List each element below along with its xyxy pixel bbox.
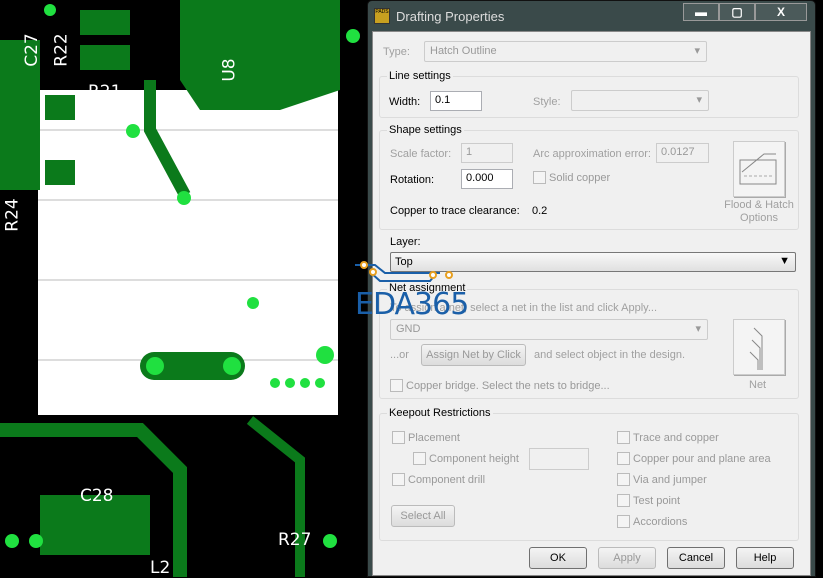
copper-bridge-label: Copper bridge. Select the nets to bridge… bbox=[406, 379, 610, 392]
type-label: Type: bbox=[383, 46, 410, 58]
flood-hatch-icon bbox=[739, 153, 777, 185]
minimize-button[interactable]: ▬ bbox=[683, 3, 719, 21]
width-label: Width: bbox=[389, 96, 421, 108]
component-height-checkbox[interactable]: Component height bbox=[413, 452, 519, 465]
rotation-input[interactable]: 0.000 bbox=[461, 169, 513, 189]
dialog-title: Drafting Properties bbox=[396, 8, 505, 24]
flood-hatch-button[interactable] bbox=[733, 141, 785, 197]
line-settings-legend: Line settings bbox=[387, 70, 453, 82]
apply-button[interactable]: Apply bbox=[598, 547, 656, 569]
test-point-checkbox[interactable]: Test point bbox=[617, 494, 680, 507]
net-icon bbox=[749, 327, 763, 370]
rotation-label: Rotation: bbox=[390, 174, 435, 186]
shape-settings-legend: Shape settings bbox=[387, 124, 464, 136]
pcb-label: R21 bbox=[88, 82, 122, 102]
component-height-input[interactable] bbox=[529, 448, 589, 470]
ok-button[interactable]: OK bbox=[529, 547, 587, 569]
keepout-legend: Keepout Restrictions bbox=[387, 407, 493, 419]
flood-hatch-label: Flood & Hatch Options bbox=[724, 199, 794, 224]
or-label: ...or bbox=[390, 349, 409, 361]
pcb-label: L2 bbox=[150, 558, 171, 578]
accordions-label: Accordions bbox=[633, 515, 688, 528]
pads-app-icon: PADS bbox=[374, 8, 390, 24]
component-drill-checkbox[interactable]: Component drill bbox=[392, 473, 485, 486]
net-button[interactable] bbox=[733, 319, 785, 375]
help-button[interactable]: Help bbox=[736, 547, 794, 569]
trace-copper-label: Trace and copper bbox=[633, 431, 719, 444]
pcb-label: C27 bbox=[21, 33, 42, 67]
scale-factor-label: Scale factor: bbox=[390, 148, 452, 160]
pcb-label: C28 bbox=[80, 486, 114, 506]
test-point-label: Test point bbox=[633, 494, 681, 507]
eda365-watermark: EDA365 bbox=[355, 287, 469, 322]
title-bar[interactable]: PADS Drafting Properties ▬ ▢ X bbox=[368, 1, 815, 31]
copper-pour-label: Copper pour and plane area bbox=[633, 452, 771, 465]
clearance-label: Copper to trace clearance: bbox=[390, 205, 520, 217]
accordions-checkbox[interactable]: Accordions bbox=[617, 515, 687, 528]
watermark-trace-icon bbox=[355, 261, 453, 282]
pcb-label: R27 bbox=[278, 530, 312, 550]
component-height-label: Component height bbox=[429, 452, 519, 465]
arc-error-input[interactable]: 0.0127 bbox=[656, 143, 709, 163]
assign-hint: and select object in the design. bbox=[534, 349, 686, 361]
pcb-label: R25 bbox=[78, 143, 99, 177]
placement-label: Placement bbox=[408, 431, 460, 444]
clearance-value: 0.2 bbox=[532, 205, 548, 217]
copper-pour-checkbox[interactable]: Copper pour and plane area bbox=[617, 452, 771, 465]
solid-copper-label: Solid copper bbox=[549, 171, 611, 184]
assign-net-by-click-button[interactable]: Assign Net by Click bbox=[421, 344, 526, 366]
component-drill-label: Component drill bbox=[408, 473, 486, 486]
scale-factor-input[interactable]: 1 bbox=[461, 143, 513, 163]
arc-error-label: Arc approximation error: bbox=[533, 148, 651, 160]
dropdown-arrow-icon: ▼ bbox=[779, 255, 790, 267]
via-jumper-checkbox[interactable]: Via and jumper bbox=[617, 473, 707, 486]
copper-bridge-checkbox[interactable]: Copper bridge. Select the nets to bridge… bbox=[390, 379, 610, 392]
net-select[interactable]: GND bbox=[390, 319, 708, 340]
layer-label: Layer: bbox=[390, 236, 421, 248]
type-select[interactable]: Hatch Outline bbox=[424, 41, 707, 62]
width-input[interactable]: 0.1 bbox=[430, 91, 482, 111]
net-label: Net bbox=[749, 379, 767, 391]
style-label: Style: bbox=[533, 96, 561, 108]
solid-copper-checkbox[interactable]: Solid copper bbox=[533, 171, 610, 184]
via-jumper-label: Via and jumper bbox=[633, 473, 707, 486]
style-select[interactable] bbox=[571, 90, 709, 111]
pcb-label: U8 bbox=[219, 58, 240, 82]
trace-copper-checkbox[interactable]: Trace and copper bbox=[617, 431, 719, 444]
select-all-button[interactable]: Select All bbox=[391, 505, 455, 527]
pcb-label: R24 bbox=[2, 198, 23, 232]
cancel-button[interactable]: Cancel bbox=[667, 547, 725, 569]
close-button[interactable]: X bbox=[755, 3, 807, 21]
pcb-label: R22 bbox=[51, 33, 72, 67]
maximize-button[interactable]: ▢ bbox=[719, 3, 755, 21]
placement-checkbox[interactable]: Placement bbox=[392, 431, 460, 444]
